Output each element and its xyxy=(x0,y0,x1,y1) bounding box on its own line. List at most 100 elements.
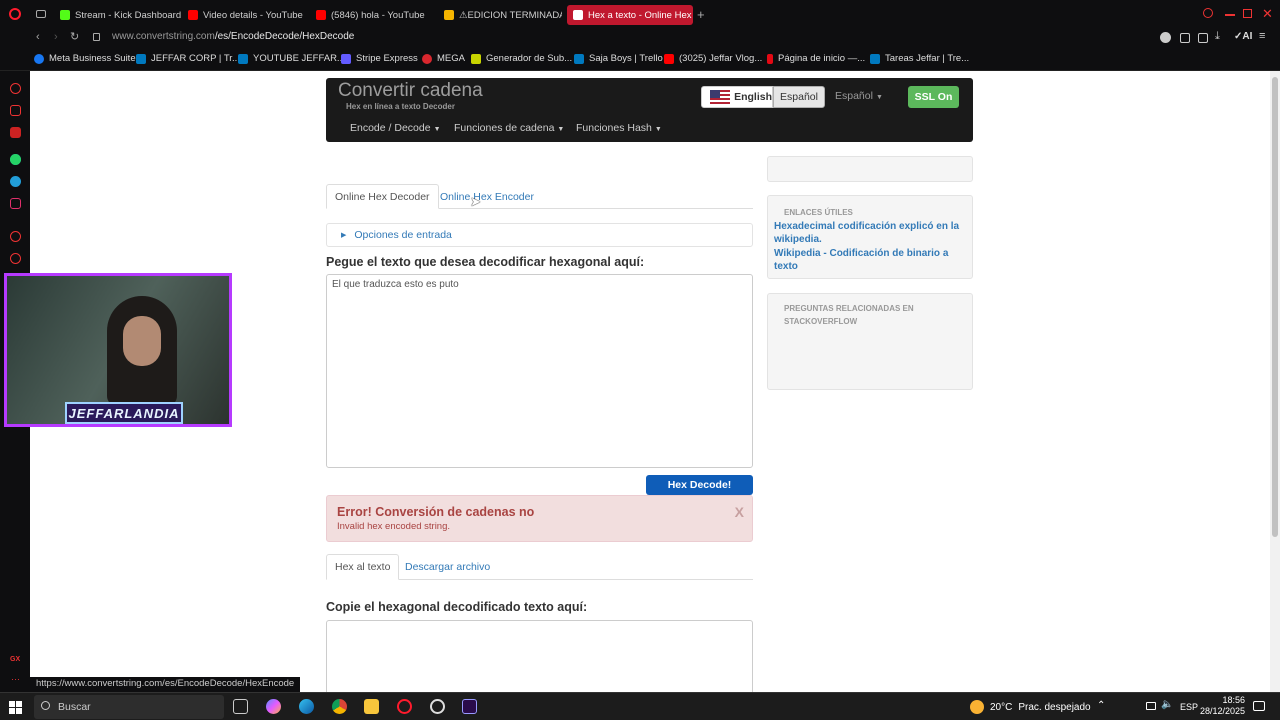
bookmark-jeffar-vlog[interactable]: (3025) Jeffar Vlog... xyxy=(664,53,762,64)
tab-youtube-hola[interactable]: (5846) hola - YouTube xyxy=(310,5,434,25)
site-brand[interactable]: Convertir cadena xyxy=(338,80,483,102)
restore-icon[interactable] xyxy=(1243,9,1252,18)
useful-links-title: ENLACES ÚTILES xyxy=(784,208,853,217)
network-icon[interactable] xyxy=(1146,702,1156,710)
useful-links-panel: ENLACES ÚTILES Hexadecimal codificación … xyxy=(767,195,973,279)
tab-hex-encoder[interactable]: Online Hex Encoder xyxy=(432,184,542,209)
tab-youtube-studio[interactable]: Video details - YouTube St xyxy=(182,5,306,25)
bookmark-label: (3025) Jeffar Vlog... xyxy=(679,53,763,64)
notification-icon[interactable] xyxy=(1253,701,1265,711)
chat-icon[interactable] xyxy=(10,105,21,116)
bookmark-generador[interactable]: Generador de Sub... xyxy=(471,53,572,64)
opera-gx-icon[interactable] xyxy=(397,699,412,714)
history-icon[interactable] xyxy=(10,253,21,264)
output-heading: Copie el hexagonal decodificado texto aq… xyxy=(326,600,588,614)
kick-icon xyxy=(60,10,70,20)
bookmark-label: MEGA xyxy=(437,53,465,64)
aria-ai-icon[interactable]: ✓AI xyxy=(1234,31,1252,42)
bookmark-meta[interactable]: Meta Business Suite xyxy=(34,53,136,64)
language-dropdown[interactable]: Español ▼ xyxy=(835,90,883,102)
bookmark-label: Stripe Express xyxy=(356,53,418,64)
file-explorer-icon[interactable] xyxy=(364,699,379,714)
ad-panel xyxy=(767,156,973,182)
tab-kick-dashboard[interactable]: Stream - Kick Dashboard xyxy=(54,5,182,25)
windows-start-icon[interactable] xyxy=(9,701,22,714)
snapshot-icon[interactable] xyxy=(1198,33,1208,43)
lock-icon[interactable] xyxy=(93,33,100,41)
tab-label: Stream - Kick Dashboard xyxy=(75,9,182,21)
hex-input-textarea[interactable]: El que traduzca esto es puto xyxy=(326,274,753,468)
opera-logo-icon[interactable] xyxy=(9,8,21,20)
tray-chevron-icon[interactable]: ⌃ xyxy=(1097,700,1105,711)
copilot-icon[interactable] xyxy=(266,699,281,714)
bookmark-jeffar-corp[interactable]: JEFFAR CORP | Tr... xyxy=(136,53,240,64)
tab-hex-a-texto[interactable]: Hex a texto - Online Hex D xyxy=(567,5,693,25)
tab-edicion-terminada[interactable]: ⚠EDICION TERMINADA⚠ xyxy=(438,5,562,25)
taskbar-search[interactable]: Buscar xyxy=(34,695,224,719)
browser-tab-bar: Stream - Kick Dashboard Video details - … xyxy=(0,0,1280,29)
input-language[interactable]: ESP xyxy=(1180,702,1198,712)
forward-icon[interactable]: › xyxy=(54,31,58,43)
site-brand-sub: Hex en línea a texto Decoder xyxy=(346,102,455,111)
premiere-icon[interactable] xyxy=(462,699,477,714)
close-alert-button[interactable]: X xyxy=(735,504,744,520)
translate-icon[interactable] xyxy=(1160,32,1171,43)
player-icon[interactable] xyxy=(10,231,21,242)
tab-hex-al-texto[interactable]: Hex al texto xyxy=(326,554,400,580)
obs-icon[interactable] xyxy=(430,699,445,714)
english-button[interactable]: English xyxy=(701,86,773,108)
weather-text: Prac. despejado xyxy=(1018,701,1091,713)
mode-tabs: Online Hex Decoder Online Hex Encoder xyxy=(326,184,753,209)
messenger-icon[interactable] xyxy=(10,127,21,138)
telegram-icon[interactable] xyxy=(10,176,21,187)
page-scrollbar[interactable] xyxy=(1270,71,1280,692)
hex-decode-button[interactable]: Hex Decode! xyxy=(646,475,753,495)
whatsapp-icon[interactable] xyxy=(10,154,21,165)
scrollbar-thumb[interactable] xyxy=(1272,77,1278,537)
tab-descargar-archivo[interactable]: Descargar archivo xyxy=(397,554,498,580)
bookmark-youtube-jeffar[interactable]: YOUTUBE JEFFAR... xyxy=(238,53,345,64)
instagram-icon[interactable] xyxy=(10,198,21,209)
ssl-button[interactable]: SSL On xyxy=(908,86,959,108)
chrome-icon[interactable] xyxy=(332,699,347,714)
task-view-icon[interactable] xyxy=(233,699,248,714)
link-wikipedia-hex[interactable]: Hexadecimal codificación explicó en la w… xyxy=(774,220,964,246)
back-icon[interactable]: ‹ xyxy=(36,31,40,43)
close-window-icon[interactable]: ✕ xyxy=(1262,6,1273,22)
bookmark-stripe[interactable]: Stripe Express xyxy=(341,53,418,64)
bookmark-mega[interactable]: MEGA xyxy=(422,53,465,64)
edge-icon[interactable] xyxy=(299,699,314,714)
drive-icon xyxy=(444,10,454,20)
bookmark-pagina-inicio[interactable]: Página de inicio —... xyxy=(767,53,865,64)
tab-label: Video details - YouTube St xyxy=(203,9,306,21)
bookmark-tareas-jeffar[interactable]: Tareas Jeffar | Tre... xyxy=(870,53,969,64)
address-bar: ‹ › ↻ www.convertstring.com/es/EncodeDec… xyxy=(0,29,1280,48)
minimize-icon[interactable] xyxy=(1225,14,1235,16)
url-field[interactable]: www.convertstring.com/es/EncodeDecode/He… xyxy=(112,31,354,42)
caret-down-icon: ▼ xyxy=(557,126,565,133)
input-options-toggle[interactable]: ▶ Opciones de entrada xyxy=(326,223,753,247)
weather-widget[interactable]: 20°C Prac. despejado xyxy=(970,700,1091,714)
nav-funciones-cadena[interactable]: Funciones de cadena ▼ xyxy=(454,122,564,134)
taskbar-clock[interactable]: 18:56 28/12/2025 xyxy=(1200,695,1245,717)
new-tab-icon[interactable]: + xyxy=(697,7,705,22)
aria-icon[interactable] xyxy=(10,83,21,94)
url-host: www.convertstring.com xyxy=(112,31,215,42)
extensions-icon[interactable] xyxy=(1180,33,1190,43)
bookmarks-bar: Meta Business Suite JEFFAR CORP | Tr... … xyxy=(0,48,1280,71)
nav-encode-decode[interactable]: Encode / Decode ▼ xyxy=(350,122,441,134)
espanol-button[interactable]: Español xyxy=(773,86,825,108)
workspaces-icon[interactable] xyxy=(36,10,46,18)
more-icon[interactable]: ··· xyxy=(11,674,20,684)
reload-icon[interactable]: ↻ xyxy=(70,30,79,43)
volume-icon[interactable]: 🔈 xyxy=(1161,699,1173,710)
search-tabs-icon[interactable] xyxy=(1203,8,1213,18)
tab-hex-decoder[interactable]: Online Hex Decoder xyxy=(326,184,439,209)
menu-icon[interactable]: ≡ xyxy=(1259,30,1265,42)
nav-funciones-hash[interactable]: Funciones Hash ▼ xyxy=(576,122,662,134)
link-wikipedia-binary[interactable]: Wikipedia - Codificación de binario a te… xyxy=(774,247,964,273)
gx-icon[interactable]: GX xyxy=(10,656,20,663)
download-icon[interactable]: ⤓ xyxy=(1215,30,1220,43)
text-output-textarea[interactable] xyxy=(326,620,753,692)
bookmark-saja-boys[interactable]: Saja Boys | Trello xyxy=(574,53,663,64)
